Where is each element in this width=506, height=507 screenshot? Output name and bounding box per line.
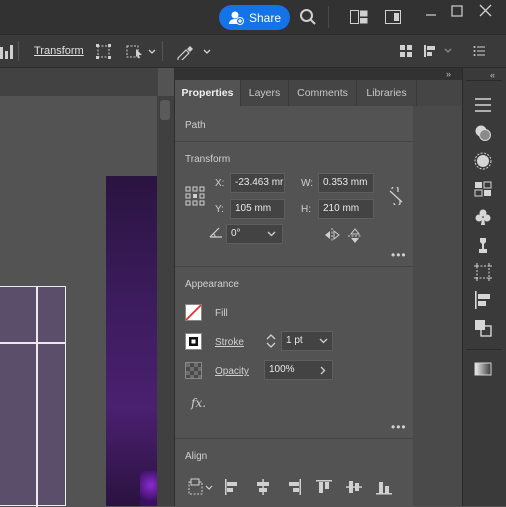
close-icon[interactable] <box>479 4 492 17</box>
document-tab-strip <box>0 68 158 96</box>
guide-line <box>36 287 38 507</box>
divider <box>18 41 19 61</box>
tab-libraries[interactable]: Libraries <box>357 80 417 106</box>
align-horizontal-center-icon[interactable] <box>255 479 271 495</box>
workspace-icon[interactable] <box>385 10 401 24</box>
divider <box>175 438 413 439</box>
reference-point-icon[interactable] <box>185 186 205 206</box>
align-to-selection-icon[interactable] <box>187 478 215 496</box>
divider <box>175 141 413 142</box>
stroke-label[interactable]: Stroke <box>215 337 244 348</box>
share-button[interactable]: Share <box>219 5 290 30</box>
scrollbar-thumb[interactable] <box>160 100 170 120</box>
flower-detail <box>140 471 158 506</box>
recolor-icon[interactable] <box>176 43 212 60</box>
align-top-icon[interactable] <box>316 479 332 495</box>
divider <box>175 266 413 267</box>
y-label: Y: <box>215 204 224 215</box>
properties-panel-icon[interactable] <box>474 96 492 114</box>
flip-vertical-icon[interactable] <box>348 228 362 244</box>
opacity-label[interactable]: Opacity <box>215 366 249 377</box>
search-icon[interactable] <box>299 8 317 26</box>
opacity-icon <box>185 362 202 379</box>
divider <box>466 349 502 350</box>
x-field[interactable]: -23.463 mr <box>230 173 285 193</box>
chevron-down-icon[interactable] <box>267 231 276 237</box>
h-label: H: <box>301 204 311 215</box>
more-options-icon[interactable]: ••• <box>391 420 407 434</box>
align-icon[interactable] <box>0 43 14 59</box>
expand-panels-icon[interactable]: « <box>490 70 495 80</box>
transform-each-icon[interactable] <box>95 43 112 60</box>
guide-line <box>0 342 66 344</box>
divider <box>328 6 329 28</box>
effects-button[interactable]: fx. <box>191 396 206 410</box>
tab-properties[interactable]: Properties <box>175 80 241 106</box>
section-title-path: Path <box>185 120 206 131</box>
minimize-icon[interactable] <box>425 9 437 21</box>
tab-strip-filler <box>417 80 462 106</box>
stroke-weight-field[interactable]: 1 pt <box>281 331 333 351</box>
title-bar: Share <box>0 0 506 34</box>
align-vertical-center-icon[interactable] <box>346 479 362 495</box>
more-options-icon[interactable]: ••• <box>391 248 407 262</box>
selection-arrange-icon[interactable] <box>126 43 156 60</box>
panel-gutter <box>413 106 462 506</box>
collapse-panel-icon[interactable]: » <box>446 69 451 79</box>
align-left-icon[interactable] <box>224 479 240 495</box>
y-field[interactable]: 105 mm <box>230 199 285 219</box>
transform-link[interactable]: Transform <box>34 45 84 57</box>
divider <box>466 80 502 81</box>
fill-swatch[interactable] <box>185 304 202 321</box>
h-field[interactable]: 210 mm <box>318 199 374 219</box>
align-to-icon[interactable] <box>423 44 455 58</box>
align-bottom-icon[interactable] <box>376 479 392 495</box>
artboards-panel-icon[interactable] <box>474 263 492 281</box>
rotate-field[interactable]: 0° <box>226 224 283 244</box>
color-panel-icon[interactable] <box>474 124 492 142</box>
w-field[interactable]: 0.353 mm <box>318 173 374 193</box>
stroke-swatch[interactable] <box>185 333 202 350</box>
rotate-icon <box>209 226 223 238</box>
flip-horizontal-icon[interactable] <box>324 228 340 242</box>
x-label: X: <box>215 178 225 189</box>
stroke-stepper-icon[interactable] <box>265 331 277 351</box>
divider <box>162 41 163 61</box>
swatches-panel-icon[interactable] <box>474 180 492 198</box>
fill-label: Fill <box>215 308 228 319</box>
tab-layers[interactable]: Layers <box>241 80 289 106</box>
pathfinder-panel-icon[interactable] <box>474 319 492 337</box>
align-panel-icon[interactable] <box>474 291 492 309</box>
chevron-down-icon[interactable] <box>319 338 328 344</box>
vertical-scrollbar[interactable] <box>157 96 174 506</box>
w-label: W: <box>301 178 314 189</box>
artboard-image[interactable] <box>106 176 158 506</box>
tab-comments[interactable]: Comments <box>289 80 357 106</box>
constrain-proportions-icon[interactable] <box>388 187 404 205</box>
section-title-transform: Transform <box>185 154 231 165</box>
symbols-panel-icon[interactable] <box>474 208 492 226</box>
distribute-icon[interactable] <box>399 44 413 58</box>
panel-menu-icon[interactable] <box>473 45 485 57</box>
gradient-panel-icon[interactable] <box>474 360 492 378</box>
stroke-weight-value: 1 pt <box>286 335 303 346</box>
align-right-icon[interactable] <box>286 479 302 495</box>
control-bar: Transform <box>0 34 506 68</box>
opacity-field[interactable]: 100% <box>264 360 333 380</box>
chevron-right-icon[interactable] <box>320 366 326 375</box>
share-label: Share <box>249 10 282 25</box>
add-user-icon <box>229 11 244 25</box>
brushes-panel-icon[interactable] <box>474 236 492 254</box>
rotate-value: 0° <box>231 228 241 239</box>
panel-header: » <box>174 68 462 80</box>
selected-frame[interactable] <box>0 286 66 507</box>
maximize-icon[interactable] <box>451 5 463 17</box>
opacity-value: 100% <box>269 364 295 375</box>
arrange-documents-icon[interactable] <box>350 10 368 24</box>
section-title-align: Align <box>185 451 208 462</box>
section-title-appearance: Appearance <box>185 279 239 290</box>
stroke-panel-icon[interactable] <box>474 152 492 170</box>
